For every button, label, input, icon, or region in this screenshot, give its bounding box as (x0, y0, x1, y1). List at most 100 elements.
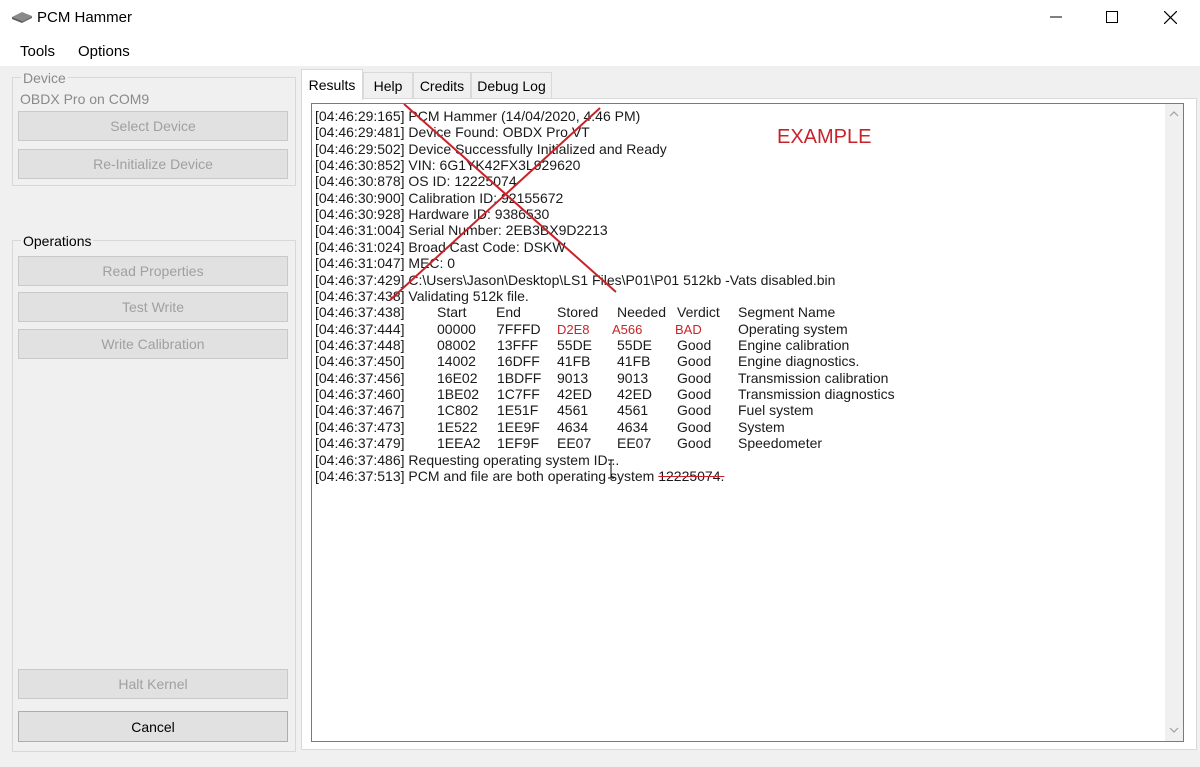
log-timestamp: [04:46:37:486] (315, 452, 405, 468)
halt-kernel-button[interactable]: Halt Kernel (18, 669, 288, 699)
operations-group-label: Operations (21, 233, 94, 249)
segment-stored: 41FB (557, 353, 591, 369)
column-header-end: End (496, 304, 521, 320)
tab-debug-log[interactable]: Debug Log (471, 72, 552, 98)
segment-stored: 4561 (557, 402, 589, 418)
segment-name: Fuel system (738, 402, 814, 418)
segment-row: [04:46:37:473] 1E522 1EE9F 4634 4634 Goo… (315, 419, 895, 436)
red-cross-mark (389, 104, 617, 301)
segment-start: 08002 (437, 337, 476, 353)
segment-end: 1EF9F (497, 435, 540, 451)
log-timestamp: [04:46:37:473] (315, 419, 405, 435)
segment-stored: 55DE (557, 337, 593, 353)
segment-verdict: Good (677, 435, 712, 451)
tab-results[interactable]: Results (301, 69, 363, 100)
segment-row: [04:46:37:460] 1BE02 1C7FF 42ED 42ED Goo… (315, 386, 895, 403)
segment-row: [04:46:37:448] 08002 13FFF 55DE 55DE Goo… (315, 337, 895, 354)
segment-verdict: BAD (675, 322, 702, 337)
results-log[interactable]: [04:46:29:165] PCM Hammer (14/04/2020, 4… (311, 103, 1184, 742)
log-timestamp: [04:46:37:479] (315, 435, 405, 451)
scroll-up-icon[interactable] (1169, 111, 1179, 117)
log-line: [04:46:37:486] Requesting operating syst… (315, 452, 619, 469)
segment-needed: A566 (612, 322, 643, 337)
struck-os-id: 12225074. (658, 468, 725, 484)
menu-bar: Tools Options (0, 36, 1200, 66)
minimize-button[interactable] (1031, 0, 1081, 34)
segment-verdict: Good (677, 402, 712, 418)
segment-verdict: Good (677, 370, 712, 386)
segment-name: System (738, 419, 785, 435)
hammer-icon (12, 12, 32, 23)
segment-row: [04:46:37:444] 00000 7FFFD D2E8 A566 BAD… (315, 321, 895, 338)
segment-end: 16DFF (497, 353, 540, 369)
log-timestamp: [04:46:37:513] (315, 468, 405, 484)
segment-needed: EE07 (617, 435, 652, 451)
write-calibration-button[interactable]: Write Calibration (18, 329, 288, 359)
segment-row: [04:46:37:479] 1EEA2 1EF9F EE07 EE07 Goo… (315, 435, 895, 452)
log-line: [04:46:37:513] PCM and file are both ope… (315, 468, 724, 485)
maximize-button[interactable] (1087, 0, 1137, 34)
segment-start: 00000 (437, 321, 476, 337)
segment-name: Transmission diagnostics (738, 386, 895, 402)
log-timestamp: [04:46:37:467] (315, 402, 405, 418)
column-header-verdict: Verdict (677, 304, 720, 320)
segment-end: 1C7FF (497, 386, 540, 402)
scroll-down-icon[interactable] (1169, 727, 1179, 733)
device-group-label: Device (21, 70, 68, 86)
segment-start: 14002 (437, 353, 476, 369)
select-device-button[interactable]: Select Device (18, 111, 288, 141)
log-timestamp: [04:46:37:460] (315, 386, 405, 402)
test-write-button[interactable]: Test Write (18, 292, 288, 322)
segment-verdict: Good (677, 353, 712, 369)
segment-row: [04:46:37:467] 1C802 1E51F 4561 4561 Goo… (315, 402, 895, 419)
segment-stored: 4634 (557, 419, 589, 435)
log-timestamp: [04:46:37:450] (315, 353, 405, 369)
segment-needed: 55DE (617, 337, 653, 353)
maximize-icon (1106, 11, 1118, 23)
segment-verdict: Good (677, 337, 712, 353)
segment-stored: EE07 (557, 435, 592, 451)
column-header-start: Start (437, 304, 467, 320)
segment-stored: 9013 (557, 370, 589, 386)
reinitialize-device-button[interactable]: Re-Initialize Device (18, 149, 288, 179)
device-status: OBDX Pro on COM9 (20, 91, 150, 107)
segment-stored: D2E8 (557, 322, 590, 337)
segment-end: 1EE9F (497, 419, 540, 435)
column-header-stored: Stored (557, 304, 599, 320)
menu-options[interactable]: Options (78, 43, 130, 60)
close-button[interactable] (1145, 0, 1195, 34)
segment-start: 1EEA2 (437, 435, 481, 451)
segment-start: 1C802 (437, 402, 479, 418)
segment-needed: 4561 (617, 402, 649, 418)
tab-help[interactable]: Help (363, 72, 413, 98)
log-timestamp: [04:46:37:456] (315, 370, 405, 386)
segment-verdict: Good (677, 419, 712, 435)
close-icon (1163, 10, 1177, 24)
cancel-button[interactable]: Cancel (18, 711, 288, 742)
read-properties-button[interactable]: Read Properties (18, 256, 288, 286)
segment-needed: 9013 (617, 370, 649, 386)
segment-needed: 41FB (617, 353, 651, 369)
window-title: PCM Hammer (37, 9, 133, 26)
segment-stored: 42ED (557, 386, 593, 402)
log-scrollbar[interactable] (1165, 104, 1183, 741)
segment-end: 1E51F (497, 402, 539, 418)
segment-verdict: Good (677, 386, 712, 402)
log-timestamp: [04:46:37:444] (315, 321, 405, 337)
minimize-icon (1050, 16, 1062, 18)
title-bar: PCM Hammer (0, 0, 1200, 36)
menu-tools[interactable]: Tools (20, 43, 55, 60)
log-text: Requesting operating system ID... (408, 452, 620, 468)
segment-end: 13FFF (497, 337, 539, 353)
text-cursor-icon (608, 459, 614, 479)
segment-start: 16E02 (437, 370, 478, 386)
column-header-needed: Needed (617, 304, 667, 320)
segment-name: Engine diagnostics. (738, 353, 860, 369)
log-text: PCM and file are both operating system (408, 468, 655, 484)
segment-name: Transmission calibration (738, 370, 889, 386)
segment-table-header: [04:46:37:438] Start End Stored Needed V… (315, 304, 895, 321)
tab-credits[interactable]: Credits (413, 72, 471, 98)
segment-row: [04:46:37:456] 16E02 1BDFF 9013 9013 Goo… (315, 370, 895, 387)
column-header-segment-name: Segment Name (738, 304, 836, 320)
segment-end: 7FFFD (497, 321, 541, 337)
